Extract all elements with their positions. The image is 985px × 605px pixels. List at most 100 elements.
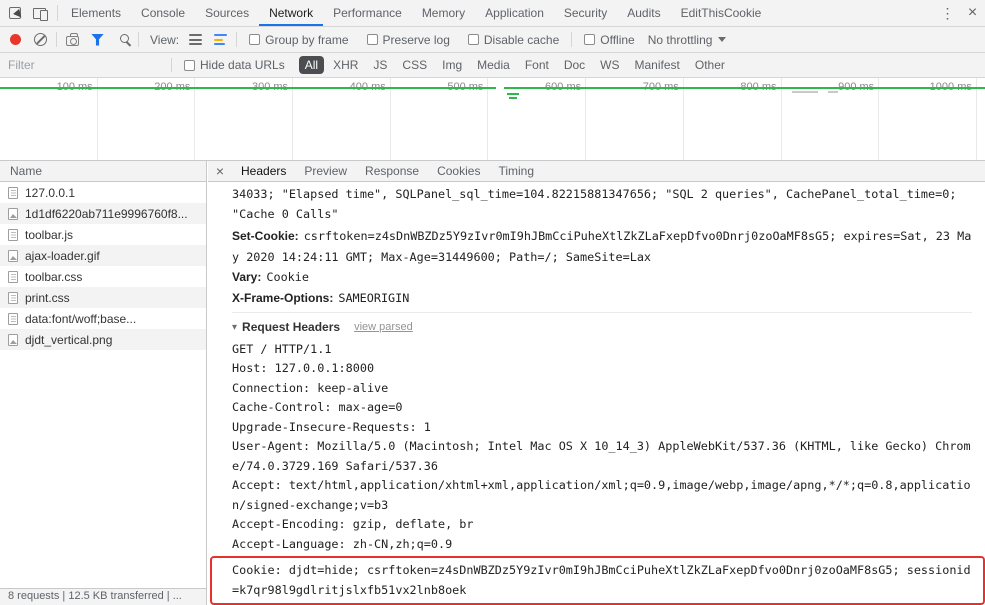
overview-request-mark xyxy=(792,91,818,93)
clear-icon xyxy=(34,33,47,46)
devtools-tab[interactable]: Elements xyxy=(61,0,131,26)
filter-bar: Hide data URLs AllXHRJSCSSImgMediaFontDo… xyxy=(0,53,985,78)
devtools-tab[interactable]: Application xyxy=(475,0,554,26)
response-header-value: Cookie xyxy=(266,270,309,284)
request-row[interactable]: ajax-loader.gif xyxy=(0,245,206,266)
separator xyxy=(138,32,139,47)
devtools-tabs: Elements Console Sources Network Performance… xyxy=(61,0,771,26)
filter-button[interactable] xyxy=(85,27,110,52)
capture-screenshots-button[interactable] xyxy=(60,27,85,52)
type-filter-pill[interactable]: XHR xyxy=(327,56,364,74)
funnel-icon xyxy=(91,33,104,46)
detail-tabs: Headers Preview Response Cookies Timing xyxy=(232,161,543,181)
name-column-header[interactable]: Name xyxy=(0,161,206,182)
request-header-line: Cache-Control: max-age=0 xyxy=(232,400,403,414)
overview-tick-label: 400 ms xyxy=(293,78,391,160)
response-header-value: csrftoken=z4sDnWBZDz5Y9zIvr0mI9hJBmCciPu… xyxy=(232,229,972,264)
type-filter-pill[interactable]: Media xyxy=(471,56,516,74)
chevron-down-icon xyxy=(718,37,727,42)
type-filter-pill[interactable]: WS xyxy=(594,56,625,74)
devtools-tab[interactable]: EditThisCookie xyxy=(671,0,772,26)
cursor-in-box-icon xyxy=(8,7,21,19)
request-row[interactable]: print.css xyxy=(0,287,206,308)
devtools-tab[interactable]: Sources xyxy=(195,0,259,26)
show-overview-button[interactable] xyxy=(208,27,233,52)
preserve-log-toggle[interactable]: Preserve log xyxy=(366,32,450,47)
throttling-select[interactable]: No throttling xyxy=(648,33,727,47)
filter-input[interactable] xyxy=(0,53,168,77)
request-header-line: Accept-Language: zh-CN,zh;q=0.9 xyxy=(232,536,453,551)
detail-tab[interactable]: Response xyxy=(356,164,428,178)
overview-tick-label: 200 ms xyxy=(98,78,196,160)
group-by-frame-toggle[interactable]: Group by frame xyxy=(249,32,349,47)
group-by-frame-label: Group by frame xyxy=(265,32,349,47)
more-options-icon[interactable]: ⋮ xyxy=(935,0,960,26)
request-name: print.css xyxy=(25,290,70,305)
request-name: toolbar.css xyxy=(25,269,83,284)
file-type-icon xyxy=(8,228,18,241)
type-filter-pill[interactable]: Doc xyxy=(558,56,591,74)
close-detail-icon[interactable]: × xyxy=(208,163,232,179)
preserve-log-label: Preserve log xyxy=(382,32,450,47)
disable-cache-toggle[interactable]: Disable cache xyxy=(467,33,559,47)
close-devtools-icon[interactable]: × xyxy=(960,0,985,26)
view-label: View: xyxy=(150,32,180,47)
type-filter-pill[interactable]: CSS xyxy=(396,56,433,74)
detail-tab[interactable]: Preview xyxy=(295,164,356,178)
detail-tab[interactable]: Cookies xyxy=(428,164,489,178)
devtools-tab[interactable]: Security xyxy=(554,0,617,26)
inspect-element-icon[interactable] xyxy=(2,0,27,26)
record-button[interactable] xyxy=(3,27,28,52)
type-filter-pill[interactable]: JS xyxy=(367,56,393,74)
request-row[interactable]: toolbar.css xyxy=(0,266,206,287)
search-button[interactable] xyxy=(110,27,135,52)
request-header-line: GET / HTTP/1.1 xyxy=(232,341,332,356)
requests-panel: Name 127.0.0.1 1d1df6220ab711e9996760f8.… xyxy=(0,161,207,605)
request-name: 127.0.0.1 xyxy=(25,185,76,200)
response-header-line: Set-Cookie: csrftoken=z4sDnWBZDz5Y9zIvr0m… xyxy=(232,226,972,267)
hide-data-urls-toggle[interactable]: Hide data URLs xyxy=(184,58,285,72)
view-parsed-link[interactable]: view parsed xyxy=(354,318,413,338)
hide-data-urls-checkbox[interactable] xyxy=(184,59,195,71)
detail-tab[interactable]: Timing xyxy=(489,164,543,178)
disable-cache-checkbox[interactable] xyxy=(467,34,479,45)
request-row[interactable]: toolbar.js xyxy=(0,224,206,245)
group-by-frame-checkbox[interactable] xyxy=(249,34,261,45)
request-row[interactable]: 127.0.0.1 xyxy=(0,182,206,203)
type-filter-pill[interactable]: Img xyxy=(436,56,468,74)
device-toolbar-icon[interactable] xyxy=(27,0,52,26)
preserve-log-checkbox[interactable] xyxy=(366,34,378,45)
devtools-tab[interactable]: Network xyxy=(259,0,323,26)
large-request-rows-button[interactable] xyxy=(183,27,208,52)
overview-request-mark xyxy=(828,91,838,93)
offline-checkbox[interactable] xyxy=(584,34,596,45)
file-type-icon xyxy=(8,207,18,220)
network-overview[interactable]: 100 ms200 ms300 ms400 ms500 ms600 ms700 … xyxy=(0,78,985,161)
request-row[interactable]: djdt_vertical.png xyxy=(0,329,206,350)
overview-tick-label: 300 ms xyxy=(195,78,294,160)
request-headers-raw: GET / HTTP/1.1 Host: 127.0.0.1:8000 Connec… xyxy=(210,340,985,605)
request-name: toolbar.js xyxy=(25,227,74,242)
type-filter-pill[interactable]: Other xyxy=(689,56,731,74)
list-rows-icon xyxy=(189,34,203,45)
overview-tick-label: 800 ms xyxy=(684,78,782,160)
devtools-tab[interactable]: Console xyxy=(131,0,195,26)
separator xyxy=(57,5,58,21)
tabbar-spacer xyxy=(771,0,935,26)
request-row[interactable]: data:font/woff;base... xyxy=(0,308,206,329)
overview-green-bar xyxy=(0,87,496,89)
devtools-tab[interactable]: Performance xyxy=(323,0,412,26)
response-header-line: X-Frame-Options: SAMEORIGIN xyxy=(232,288,972,309)
type-filter-pill[interactable]: All xyxy=(298,56,325,74)
detail-tab[interactable]: Headers xyxy=(232,164,295,178)
devtools-tab[interactable]: Audits xyxy=(617,0,670,26)
devtools-tab[interactable]: Memory xyxy=(412,0,475,26)
request-headers-title[interactable]: Request Headers xyxy=(242,318,340,338)
clear-button[interactable] xyxy=(28,27,53,52)
request-name: ajax-loader.gif xyxy=(25,248,100,263)
offline-toggle[interactable]: Offline xyxy=(584,33,635,47)
file-type-icon xyxy=(8,186,18,199)
type-filter-pill[interactable]: Manifest xyxy=(629,56,686,74)
type-filter-pill[interactable]: Font xyxy=(519,56,555,74)
request-row[interactable]: 1d1df6220ab711e9996760f8... xyxy=(0,203,206,224)
